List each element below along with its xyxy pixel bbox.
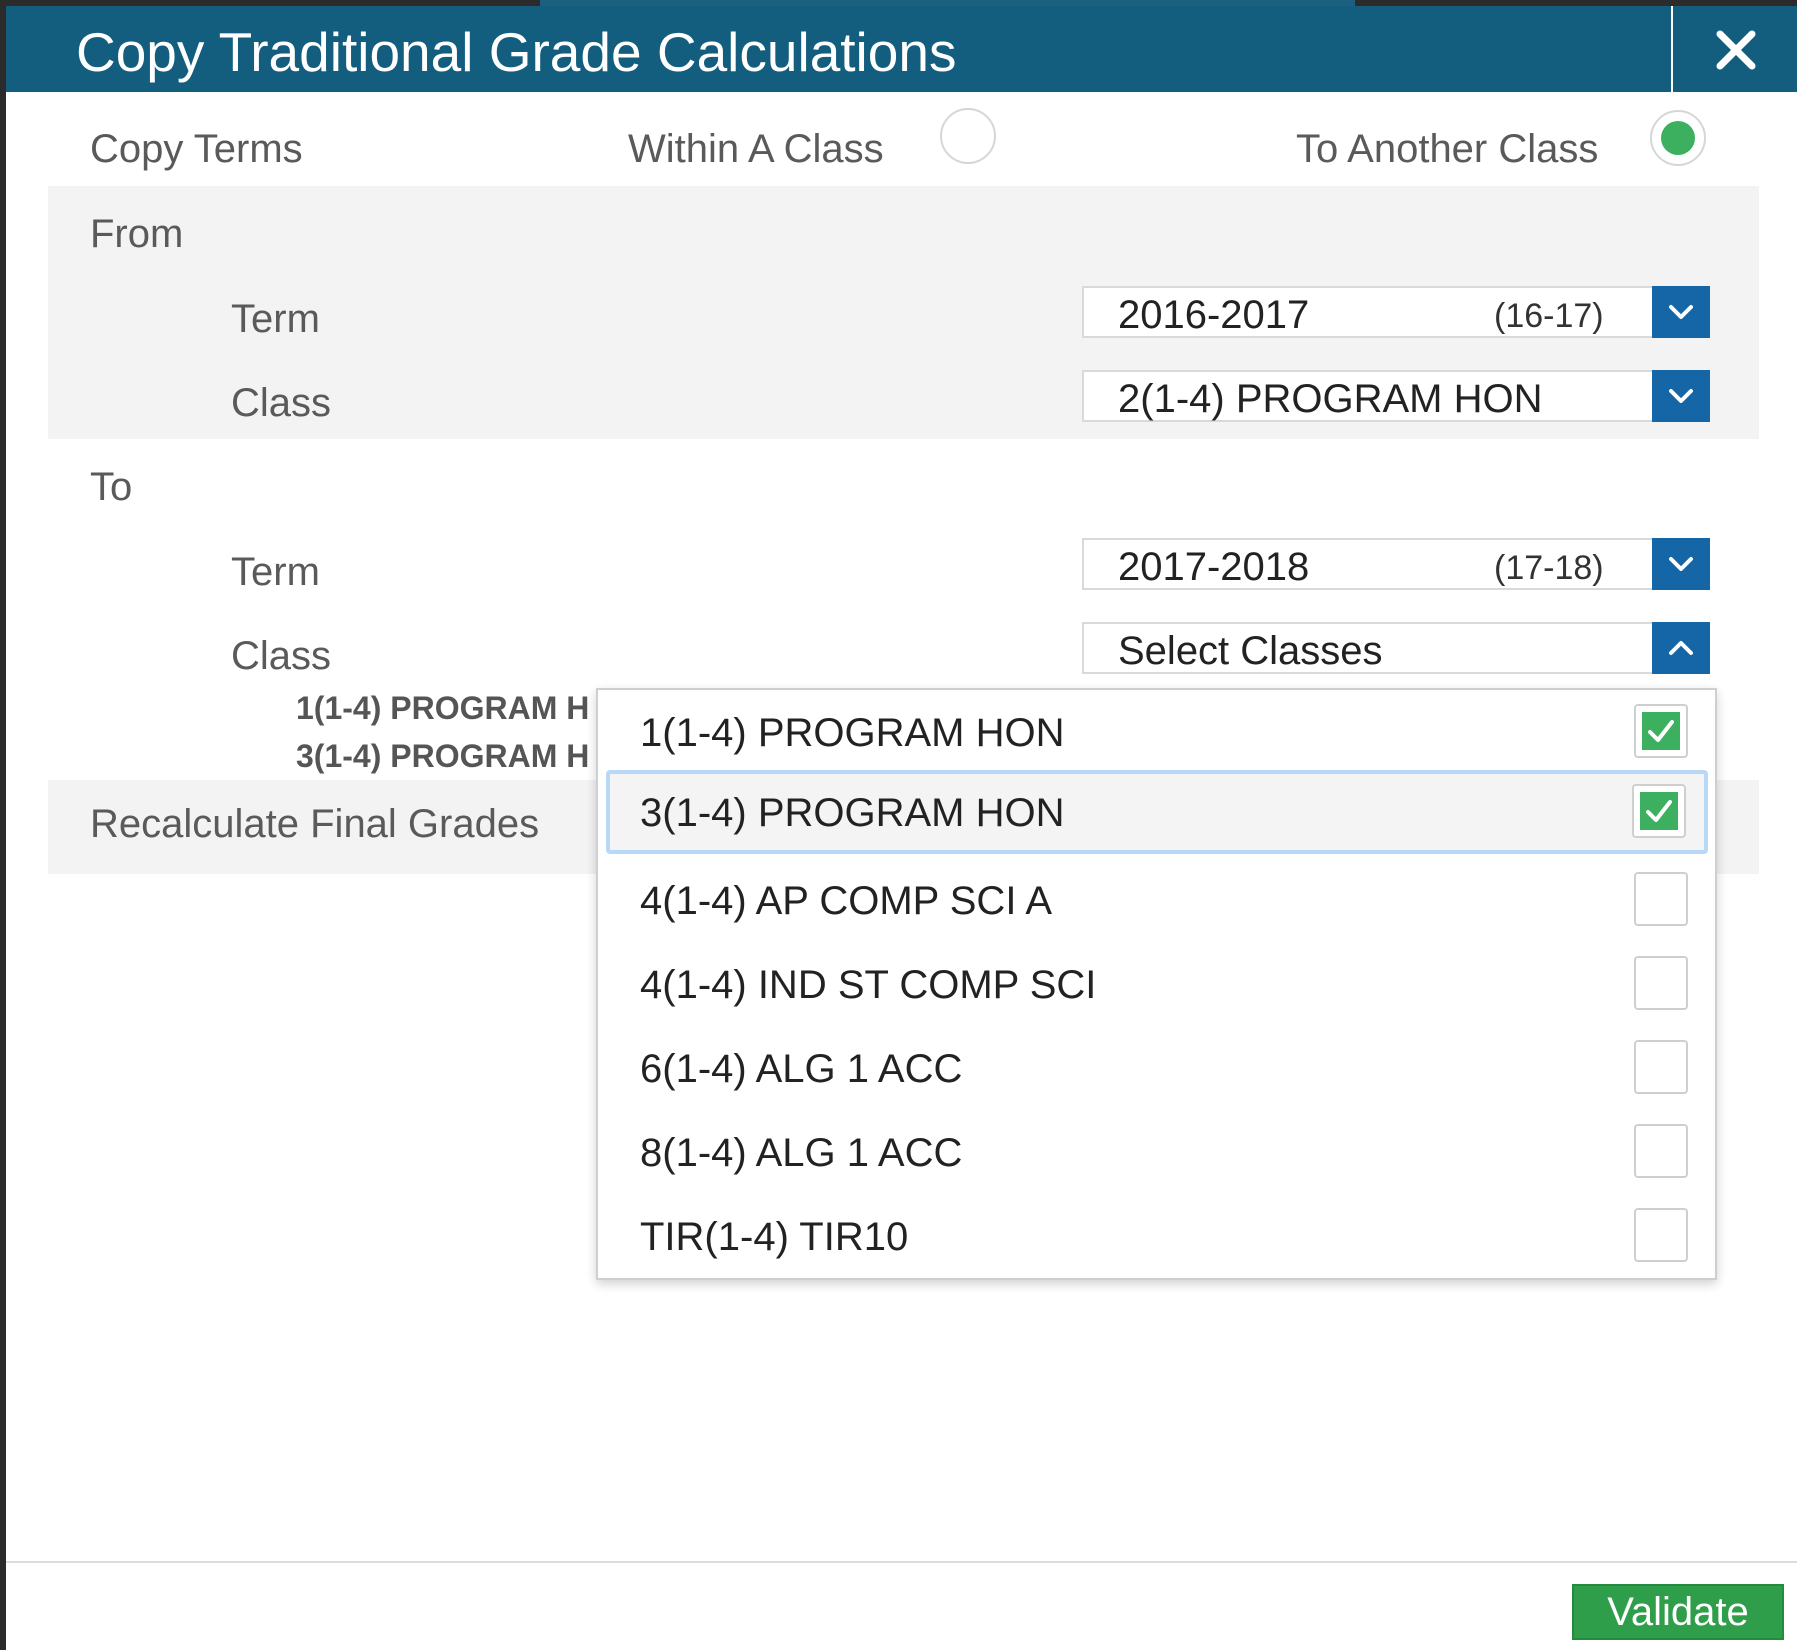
checkmark-icon (1648, 720, 1674, 742)
class-option-checkbox[interactable] (1634, 1040, 1688, 1094)
class-option-checkbox[interactable] (1634, 704, 1688, 758)
within-class-radio[interactable] (940, 108, 996, 164)
recalculate-final-grades-label: Recalculate Final Grades (90, 802, 540, 846)
from-term-code: (16-17) (1494, 297, 1604, 335)
class-option-label: 3(1-4) PROGRAM HON (640, 791, 1065, 835)
class-option[interactable]: 1(1-4) PROGRAM HON (598, 690, 1715, 774)
select-classes-dropdown: 1(1-4) PROGRAM HON 3(1-4) PROGRAM HON 4(… (596, 688, 1717, 1280)
class-option-checkbox[interactable] (1634, 872, 1688, 926)
from-term-label: Term (231, 297, 320, 341)
to-class-select[interactable]: Select Classes (1082, 622, 1710, 674)
radio-selected-dot (1661, 121, 1695, 155)
class-option-label: 6(1-4) ALG 1 ACC (640, 1047, 963, 1091)
class-option-label: 1(1-4) PROGRAM HON (640, 711, 1065, 755)
selected-class-item: 1(1-4) PROGRAM H (296, 690, 590, 726)
class-option-label: 4(1-4) IND ST COMP SCI (640, 963, 1097, 1007)
to-class-label: Class (231, 634, 332, 678)
from-class-label: Class (231, 381, 332, 425)
class-option-label: 4(1-4) AP COMP SCI A (640, 879, 1053, 923)
within-class-label: Within A Class (628, 127, 884, 171)
chevron-up-icon (1669, 641, 1693, 655)
from-term-select[interactable]: 2016-2017 (16-17) (1082, 286, 1710, 338)
class-option[interactable]: 4(1-4) AP COMP SCI A (598, 858, 1715, 942)
class-option[interactable]: 3(1-4) PROGRAM HON (606, 770, 1708, 854)
from-class-dropdown-toggle[interactable] (1652, 370, 1710, 422)
selected-class-item: 3(1-4) PROGRAM H (296, 738, 590, 774)
from-heading: From (90, 212, 184, 256)
close-icon (1716, 30, 1756, 70)
class-option-label: TIR(1-4) TIR10 (640, 1215, 909, 1259)
class-option[interactable]: 6(1-4) ALG 1 ACC (598, 1026, 1715, 1110)
dialog-title: Copy Traditional Grade Calculations (76, 21, 957, 83)
another-class-label: To Another Class (1296, 127, 1599, 171)
from-class-select[interactable]: 2(1-4) PROGRAM HON (1082, 370, 1710, 422)
to-heading: To (90, 465, 133, 509)
validate-button[interactable]: Validate (1572, 1584, 1784, 1640)
class-option-checkbox[interactable] (1634, 956, 1688, 1010)
footer-divider (6, 1561, 1797, 1563)
class-option[interactable]: 8(1-4) ALG 1 ACC (598, 1110, 1715, 1194)
from-class-value: 2(1-4) PROGRAM HON (1118, 377, 1543, 421)
chevron-down-icon (1669, 389, 1693, 403)
dialog-titlebar: Copy Traditional Grade Calculations (6, 6, 1797, 92)
class-option-label: 8(1-4) ALG 1 ACC (640, 1131, 963, 1175)
copy-terms-label: Copy Terms (90, 127, 303, 171)
to-term-label: Term (231, 550, 320, 594)
from-term-value: 2016-2017 (1118, 293, 1310, 337)
titlebar-divider (1671, 6, 1673, 92)
to-term-code: (17-18) (1494, 549, 1604, 587)
close-button[interactable] (1706, 20, 1766, 80)
class-option-checkbox[interactable] (1634, 1124, 1688, 1178)
class-option-checkbox[interactable] (1632, 784, 1686, 838)
to-class-dropdown-toggle[interactable] (1652, 622, 1710, 674)
class-option[interactable]: 4(1-4) IND ST COMP SCI (598, 942, 1715, 1026)
copy-grade-calculations-dialog: Copy Traditional Grade Calculations Copy… (6, 6, 1797, 1650)
class-option[interactable]: TIR(1-4) TIR10 (598, 1194, 1715, 1278)
chevron-down-icon (1669, 305, 1693, 319)
from-term-dropdown-toggle[interactable] (1652, 286, 1710, 338)
to-term-value: 2017-2018 (1118, 545, 1310, 589)
to-term-dropdown-toggle[interactable] (1652, 538, 1710, 590)
another-class-radio[interactable] (1650, 110, 1706, 166)
chevron-down-icon (1669, 557, 1693, 571)
checkmark-icon (1646, 800, 1672, 822)
to-class-placeholder: Select Classes (1118, 629, 1383, 673)
to-term-select[interactable]: 2017-2018 (17-18) (1082, 538, 1710, 590)
class-option-checkbox[interactable] (1634, 1208, 1688, 1262)
